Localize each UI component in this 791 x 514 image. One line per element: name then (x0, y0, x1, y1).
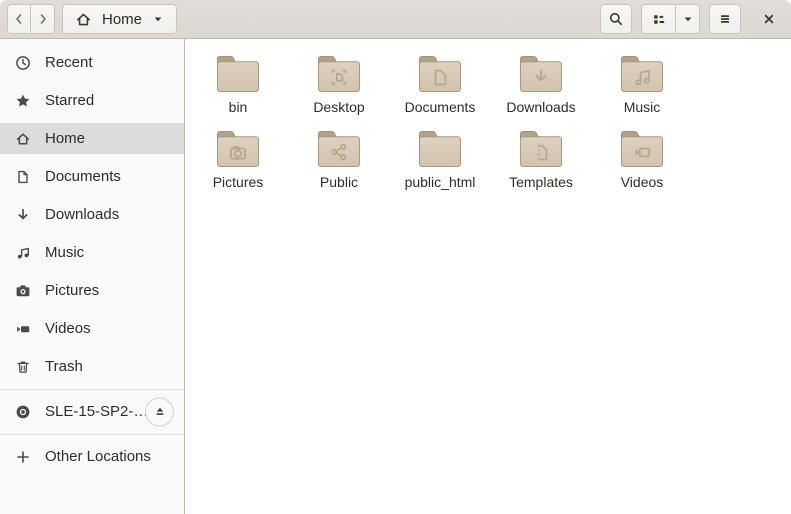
file-label: Pictures (213, 174, 264, 190)
folder-icon (618, 53, 666, 95)
home-icon (75, 11, 92, 28)
file-label: Desktop (313, 99, 364, 115)
file-label: Videos (621, 174, 664, 190)
download-arrow-icon (15, 207, 31, 223)
sidebar-item-music[interactable]: Music (0, 237, 184, 268)
trash-icon (15, 359, 31, 375)
sidebar-item-recent[interactable]: Recent (0, 47, 184, 78)
eject-icon (152, 405, 168, 419)
sidebar-item-label: Trash (45, 358, 83, 375)
file-item-public[interactable]: Public (291, 128, 387, 190)
video-icon (15, 321, 31, 337)
sidebar-item-label: Starred (45, 92, 94, 109)
file-item-public_html[interactable]: public_html (392, 128, 488, 190)
file-item-desktop[interactable]: Desktop (291, 53, 387, 115)
view-options-dropdown[interactable] (676, 4, 700, 34)
clock-icon (15, 55, 31, 71)
file-label: Documents (405, 99, 476, 115)
nav-button-group (7, 4, 55, 34)
back-button[interactable] (7, 4, 31, 34)
folder-icon (618, 128, 666, 170)
sidebar-item-label: Recent (45, 54, 93, 71)
folder-icon (315, 53, 363, 95)
file-item-videos[interactable]: Videos (594, 128, 690, 190)
file-manager-window: Home (0, 0, 791, 514)
sidebar-item-trash[interactable]: Trash (0, 351, 184, 382)
headerbar: Home (0, 0, 791, 39)
sidebar-item-label: Videos (45, 320, 91, 337)
sidebar-divider (0, 434, 184, 435)
plus-icon (15, 449, 31, 465)
sidebar: Recent Starred Home Documents Downloads Music… (0, 39, 185, 514)
sidebar-item-other-locations[interactable]: Other Locations (0, 441, 184, 472)
eject-button[interactable] (145, 397, 174, 426)
file-label: Music (624, 99, 661, 115)
chevron-right-icon (35, 11, 51, 27)
path-bar-button[interactable]: Home (62, 4, 177, 34)
sidebar-item-volume[interactable]: SLE-15-SP2-… (0, 396, 184, 427)
music-note-icon (15, 245, 31, 261)
folder-icon (315, 128, 363, 170)
file-item-music[interactable]: Music (594, 53, 690, 115)
sidebar-item-pictures[interactable]: Pictures (0, 275, 184, 306)
sidebar-item-videos[interactable]: Videos (0, 313, 184, 344)
sidebar-list: Recent Starred Home Documents Downloads Music… (0, 47, 184, 382)
caret-down-icon (682, 13, 694, 25)
other-locations-label: Other Locations (45, 448, 151, 465)
sidebar-divider (0, 389, 184, 390)
path-label: Home (102, 11, 142, 28)
search-icon (608, 11, 624, 27)
sidebar-item-downloads[interactable]: Downloads (0, 199, 184, 230)
file-item-pictures[interactable]: Pictures (190, 128, 286, 190)
folder-icon (214, 53, 262, 95)
view-button-group (641, 4, 700, 34)
search-button[interactable] (600, 4, 632, 34)
file-label: Public (320, 174, 358, 190)
file-label: public_html (405, 174, 476, 190)
folder-icon (416, 53, 464, 95)
file-item-bin[interactable]: bin (190, 53, 286, 115)
document-icon (15, 169, 31, 185)
sidebar-item-label: Documents (45, 168, 121, 185)
file-label: Templates (509, 174, 573, 190)
hamburger-menu-button[interactable] (709, 4, 741, 34)
folder-icon (517, 53, 565, 95)
chevron-left-icon (11, 11, 27, 27)
file-label: Downloads (506, 99, 575, 115)
sidebar-item-label: Music (45, 244, 84, 261)
sidebar-item-label: Pictures (45, 282, 99, 299)
sidebar-item-documents[interactable]: Documents (0, 161, 184, 192)
file-item-downloads[interactable]: Downloads (493, 53, 589, 115)
hamburger-icon (717, 11, 733, 27)
file-label: bin (229, 99, 248, 115)
sidebar-item-starred[interactable]: Starred (0, 85, 184, 116)
file-item-documents[interactable]: Documents (392, 53, 488, 115)
close-icon (761, 11, 777, 27)
star-icon (15, 93, 31, 109)
forward-button[interactable] (31, 4, 55, 34)
app-body: Recent Starred Home Documents Downloads Music… (0, 39, 791, 514)
home-icon (15, 131, 31, 147)
sidebar-item-label: Downloads (45, 206, 119, 223)
close-window-button[interactable] (754, 4, 784, 34)
file-item-templates[interactable]: Templates (493, 128, 589, 190)
folder-icon (517, 128, 565, 170)
view-toggle-button[interactable] (641, 4, 676, 34)
list-view-icon (651, 11, 667, 27)
sidebar-item-label: Home (45, 130, 85, 147)
volume-label: SLE-15-SP2-… (45, 403, 148, 420)
file-grid: bin Desktop Documents Downloads Music Picture… (185, 39, 791, 514)
folder-icon (214, 128, 262, 170)
folder-icon (416, 128, 464, 170)
caret-down-icon (152, 13, 164, 25)
sidebar-item-home[interactable]: Home (0, 123, 184, 154)
camera-icon (15, 283, 31, 299)
optical-disc-icon (15, 404, 31, 420)
